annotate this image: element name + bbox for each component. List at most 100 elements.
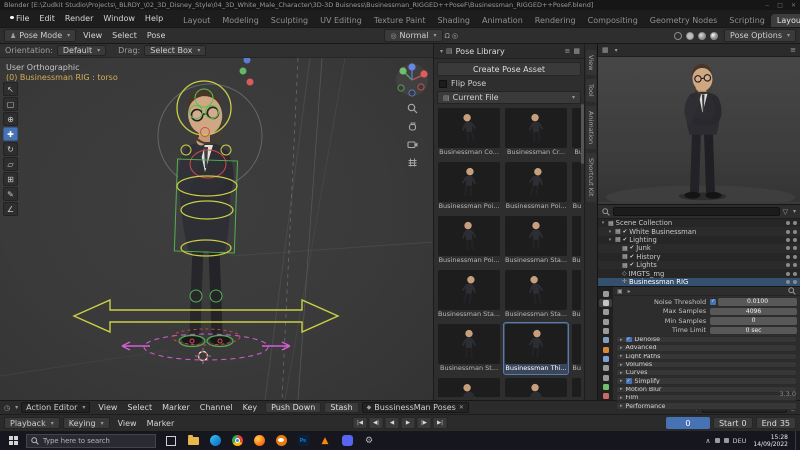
- pose-library-header[interactable]: ▾ ▤ Pose Library ≡ ▦: [434, 44, 584, 59]
- pose-asset[interactable]: Businessman Sta...: [504, 269, 568, 320]
- section-volumes[interactable]: ▸Volumes: [616, 361, 797, 368]
- hide-in-viewport-icon[interactable]: [786, 272, 790, 276]
- action-datablock-field[interactable]: ◆ BussinessMan Poses ✕: [362, 402, 469, 413]
- disable-in-renders-icon[interactable]: [793, 280, 797, 284]
- annotate-tool[interactable]: ✎: [3, 187, 18, 201]
- property-value-field[interactable]: 0: [710, 317, 797, 325]
- list-view-icon[interactable]: ≡: [565, 47, 571, 55]
- disable-in-renders-icon[interactable]: [793, 272, 797, 276]
- menu-select[interactable]: Select: [107, 30, 142, 41]
- asset-source-dropdown[interactable]: ▤ Current File ▾: [437, 91, 581, 104]
- search-icon[interactable]: [788, 287, 796, 295]
- hide-in-viewport-icon[interactable]: [786, 246, 790, 250]
- outliner-row[interactable]: ▦✔Junk: [598, 244, 800, 252]
- expand-caret-icon[interactable]: ▾: [600, 220, 606, 226]
- menu-view[interactable]: View: [93, 402, 122, 413]
- menu-render[interactable]: Render: [60, 13, 98, 24]
- editor-type-icon[interactable]: ◷: [4, 404, 10, 412]
- pose-asset[interactable]: Businessman St...: [437, 323, 501, 374]
- pose-asset[interactable]: Businessman W...: [437, 377, 501, 397]
- workspace-tab-shading[interactable]: Shading: [431, 14, 476, 27]
- tool-tab-icon[interactable]: [599, 290, 612, 297]
- workspace-tab-layout[interactable]: Layout: [177, 14, 216, 27]
- file-explorer-icon[interactable]: [183, 431, 203, 450]
- transform-tool[interactable]: ⊞: [3, 172, 18, 186]
- object-tab-icon[interactable]: [599, 346, 612, 353]
- pose-asset[interactable]: Businessman Sta...: [571, 269, 581, 320]
- minimize-button[interactable]: ‒: [765, 2, 769, 9]
- expand-caret-icon[interactable]: ▾: [607, 229, 613, 235]
- outliner-row[interactable]: ▾▦Scene Collection: [598, 219, 800, 227]
- pose-asset[interactable]: Businessman Poi...: [504, 161, 568, 212]
- taskbar-clock[interactable]: 15:28 14/09/2022: [750, 434, 791, 448]
- edge-icon[interactable]: [205, 431, 225, 450]
- menu-edit[interactable]: Edit: [34, 13, 60, 24]
- blender-icon[interactable]: [271, 431, 291, 450]
- workspace-tab-modeling[interactable]: Modeling: [216, 14, 264, 27]
- collection-checkbox[interactable]: ✔: [630, 262, 635, 268]
- pose-asset[interactable]: Businessman Sta...: [571, 215, 581, 266]
- stash-button[interactable]: Stash: [324, 402, 358, 413]
- drag-dropdown[interactable]: Select Box ▾: [144, 45, 206, 56]
- cursor-tool[interactable]: ⊕: [3, 112, 18, 126]
- menu-marker[interactable]: Marker: [142, 418, 180, 429]
- menu-channel[interactable]: Channel: [195, 402, 238, 413]
- frame-start-field[interactable]: Start 0: [713, 417, 753, 429]
- output-tab-icon[interactable]: [599, 309, 612, 316]
- keying-dropdown[interactable]: Keying ▾: [63, 417, 110, 429]
- measure-tool[interactable]: ∠: [3, 202, 18, 216]
- disable-in-renders-icon[interactable]: [793, 246, 797, 250]
- disable-in-renders-icon[interactable]: [793, 263, 797, 267]
- close-button[interactable]: ✕: [791, 2, 796, 9]
- menu-view[interactable]: View: [113, 418, 142, 429]
- rendered-image[interactable]: [598, 57, 800, 204]
- pose-asset[interactable]: Businessman Wa...: [571, 323, 581, 374]
- discord-icon[interactable]: [337, 431, 357, 450]
- hide-in-viewport-icon[interactable]: [786, 263, 790, 267]
- jump-to-start-button[interactable]: |◀: [353, 417, 368, 429]
- hide-in-viewport-icon[interactable]: [786, 255, 790, 259]
- pose-asset[interactable]: Businessman Poi...: [437, 215, 501, 266]
- property-value-field[interactable]: 0 sec: [710, 327, 797, 335]
- section-curves[interactable]: ▸Curves: [616, 369, 797, 376]
- disable-in-renders-icon[interactable]: [793, 238, 797, 242]
- menu-key[interactable]: Key: [238, 402, 263, 413]
- maximize-button[interactable]: □: [777, 2, 783, 9]
- wireframe-shading-icon[interactable]: [674, 32, 682, 40]
- material-tab-icon[interactable]: [599, 393, 612, 400]
- pose-asset[interactable]: Businessman Poi...: [437, 161, 501, 212]
- 3d-viewport[interactable]: Orientation: Default ▾ Drag: Select Box …: [0, 44, 433, 400]
- section-advanced[interactable]: ▸Advanced: [616, 344, 797, 351]
- workspace-tab-animation[interactable]: Animation: [476, 14, 529, 27]
- notification-center-button[interactable]: [795, 431, 798, 450]
- tweak-tool[interactable]: ↖: [3, 82, 18, 96]
- menu-file[interactable]: File: [11, 13, 34, 24]
- outliner-row[interactable]: ▦✔History: [598, 253, 800, 261]
- select-box-tool[interactable]: ▢: [3, 97, 18, 111]
- data-tab-icon[interactable]: [599, 383, 612, 390]
- property-checkbox[interactable]: ✓: [710, 299, 716, 305]
- pose-asset[interactable]: Businessman Sta...: [437, 269, 501, 320]
- move-view-icon[interactable]: [406, 120, 419, 133]
- workspace-tab-sculpting[interactable]: Sculpting: [265, 14, 314, 27]
- transform-orientation-dropdown[interactable]: ◎ Normal ▾: [384, 29, 442, 42]
- collection-checkbox[interactable]: ✔: [630, 254, 635, 260]
- pose-asset[interactable]: Businessman Poi...: [571, 161, 581, 212]
- hide-in-viewport-icon[interactable]: [786, 238, 790, 242]
- rendered-shading-icon[interactable]: [710, 32, 718, 40]
- start-button[interactable]: [2, 431, 24, 450]
- world-tab-icon[interactable]: [599, 337, 612, 344]
- workspace-tab-layout-001[interactable]: Layout.001: [771, 14, 800, 27]
- businessman-character[interactable]: [158, 84, 262, 345]
- pose-asset[interactable]: Businessman Cr...: [504, 107, 568, 158]
- navigation-gizmo[interactable]: [395, 63, 429, 97]
- pose-options-dropdown[interactable]: Pose Options ▾: [724, 29, 796, 42]
- workspace-tab-texture-paint[interactable]: Texture Paint: [368, 14, 432, 27]
- camera-view-icon[interactable]: [406, 138, 419, 151]
- playback-dropdown[interactable]: Playback ▾: [4, 417, 60, 429]
- pose-asset[interactable]: Businessman Sta...: [504, 215, 568, 266]
- pose-asset[interactable]: Businessman Co...: [437, 107, 501, 158]
- filter-icon[interactable]: ▽: [783, 208, 788, 216]
- outliner-row[interactable]: ◇IMGTS_mg: [598, 269, 800, 277]
- language-indicator[interactable]: DEU: [733, 437, 747, 445]
